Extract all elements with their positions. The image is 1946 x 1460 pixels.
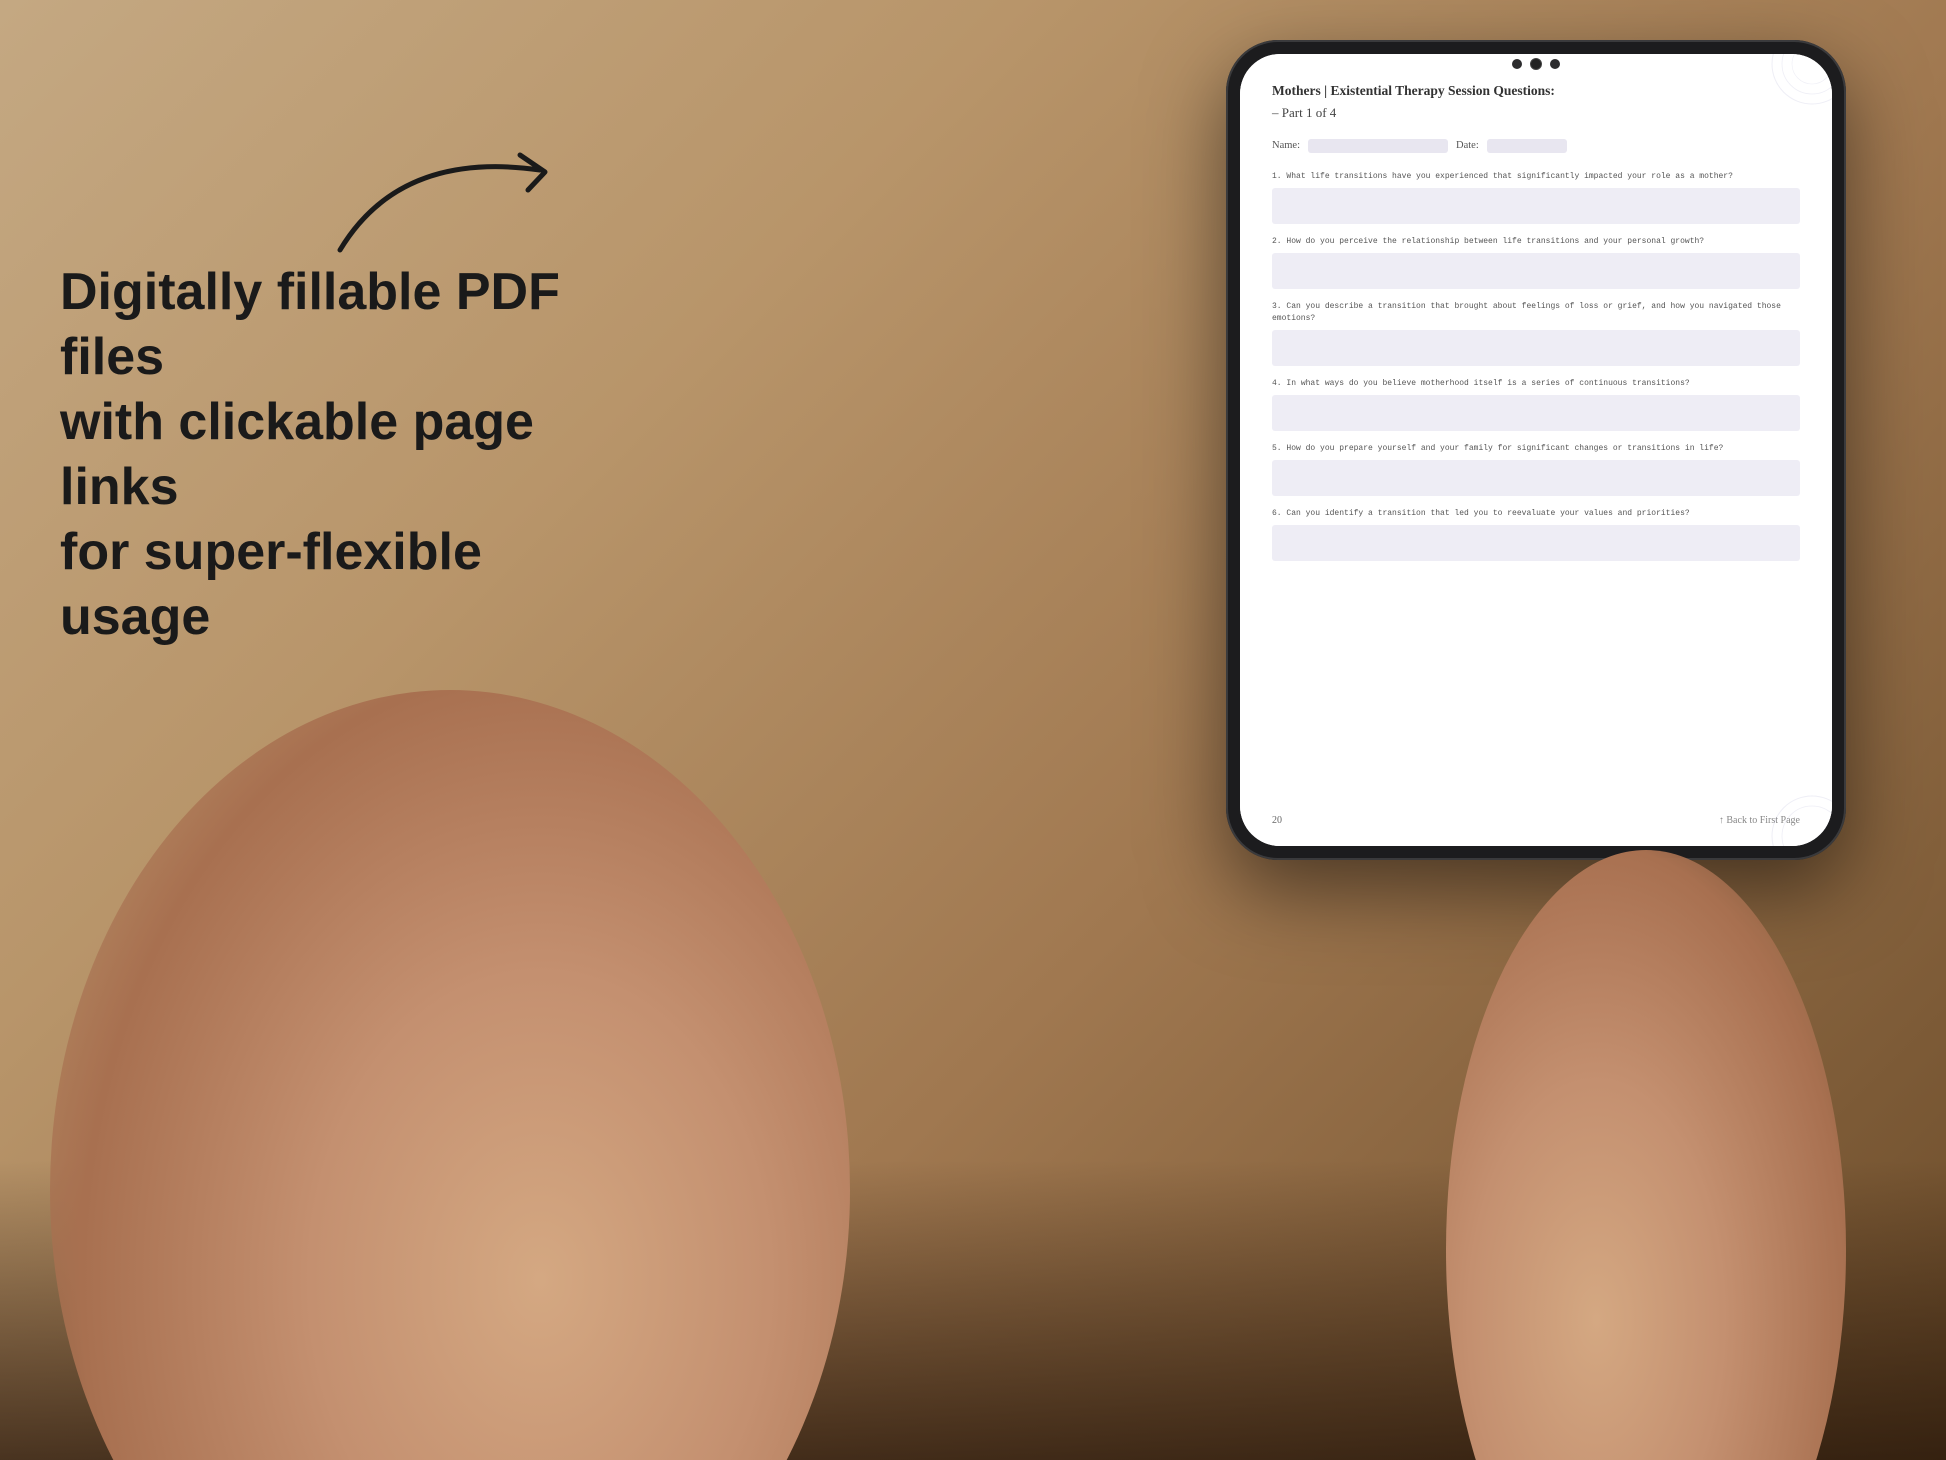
pdf-name-date-row: Name: Date: [1272,139,1800,153]
answer-box-4[interactable] [1272,395,1800,431]
answer-box-5[interactable] [1272,460,1800,496]
marketing-headline: Digitally fillable PDF files with clicka… [60,260,580,650]
marketing-text: Digitally fillable PDF files with clicka… [60,260,580,650]
question-6-text: 6. Can you identify a transition that le… [1272,508,1800,520]
arrow-illustration [280,110,600,270]
pdf-questions-list: 1. What life transitions have you experi… [1272,171,1800,807]
answer-box-3[interactable] [1272,330,1800,366]
question-5: 5. How do you prepare yourself and your … [1272,443,1800,496]
camera-dot-left [1512,59,1522,69]
tablet-frame: Mothers | Existential Therapy Session Qu… [1226,40,1846,860]
question-2: 2. How do you perceive the relationship … [1272,236,1800,289]
pdf-footer-decoration [1692,786,1832,846]
question-3: 3. Can you describe a transition that br… [1272,301,1800,366]
question-4-text: 4. In what ways do you believe motherhoo… [1272,378,1800,390]
question-3-text: 3. Can you describe a transition that br… [1272,301,1800,325]
question-6: 6. Can you identify a transition that le… [1272,508,1800,561]
pdf-page: Mothers | Existential Therapy Session Qu… [1240,54,1832,846]
camera-dot-right [1550,59,1560,69]
camera-dot-center [1530,58,1542,70]
answer-box-6[interactable] [1272,525,1800,561]
question-5-text: 5. How do you prepare yourself and your … [1272,443,1800,455]
answer-box-1[interactable] [1272,188,1800,224]
name-field[interactable] [1308,139,1448,153]
question-2-text: 2. How do you perceive the relationship … [1272,236,1800,248]
bottom-shadow [0,1160,1946,1460]
question-1-text: 1. What life transitions have you experi… [1272,171,1800,183]
question-1: 1. What life transitions have you experi… [1272,171,1800,224]
question-4: 4. In what ways do you believe motherhoo… [1272,378,1800,431]
name-label: Name: [1272,140,1300,151]
answer-box-2[interactable] [1272,253,1800,289]
date-field[interactable] [1487,139,1567,153]
tablet-device: Mothers | Existential Therapy Session Qu… [1226,40,1846,860]
date-label: Date: [1456,140,1479,151]
pdf-header-decoration [1692,54,1832,114]
tablet-screen: Mothers | Existential Therapy Session Qu… [1240,54,1832,846]
tablet-camera [1512,58,1560,70]
page-number: 20 [1272,815,1282,826]
